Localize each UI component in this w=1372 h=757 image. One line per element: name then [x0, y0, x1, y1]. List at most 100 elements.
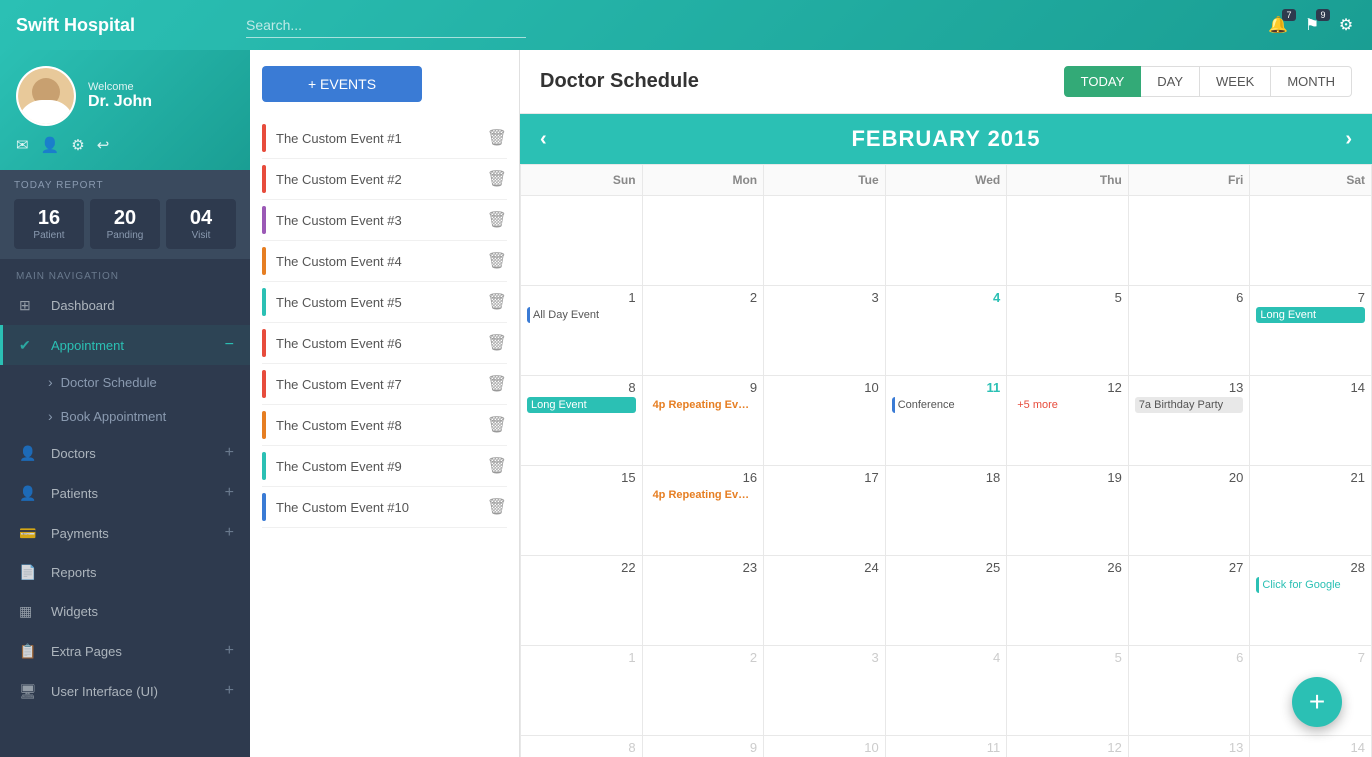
patients-expand-icon[interactable]: + [225, 484, 234, 502]
calendar-day[interactable]: 11Conference [885, 376, 1007, 466]
event-delete-button[interactable]: 🗑 [487, 251, 507, 271]
search-input[interactable] [246, 13, 526, 38]
calendar-day[interactable]: 17 [764, 466, 886, 556]
calendar-day[interactable]: 27 [1128, 556, 1250, 646]
next-month-button[interactable]: › [1345, 128, 1352, 151]
sidebar-item-doctors[interactable]: 👤 Doctors + [0, 433, 250, 473]
calendar-day[interactable]: 6 [1128, 646, 1250, 736]
flag-button[interactable]: ⚑ 9 [1302, 15, 1322, 35]
calendar-event[interactable]: Click for Google [1256, 577, 1365, 593]
event-delete-button[interactable]: 🗑 [487, 210, 507, 230]
sidebar-item-payments[interactable]: 💳 Payments + [0, 513, 250, 553]
calendar-day[interactable]: 1 [521, 646, 643, 736]
calendar-day[interactable]: 8 [521, 736, 643, 757]
calendar-day[interactable] [642, 196, 764, 286]
calendar-day[interactable]: 1All Day Event [521, 286, 643, 376]
calendar-day[interactable]: 2 [642, 286, 764, 376]
event-delete-button[interactable]: 🗑 [487, 169, 507, 189]
calendar-event[interactable]: 7a Birthday Party [1135, 397, 1244, 413]
calendar-day[interactable]: 20 [1128, 466, 1250, 556]
sidebar-item-extra-pages[interactable]: 📋 Extra Pages + [0, 631, 250, 671]
calendar-day[interactable]: 5 [1007, 286, 1129, 376]
calendar-day[interactable]: 6 [1128, 286, 1250, 376]
calendar-day[interactable]: 94p Repeating Ev… [642, 376, 764, 466]
calendar-event[interactable]: All Day Event [527, 307, 636, 323]
calendar-day[interactable] [885, 196, 1007, 286]
calendar-day[interactable]: 8Long Event [521, 376, 643, 466]
sidebar-item-dashboard[interactable]: ⊞ Dashboard [0, 286, 250, 325]
calendar-day[interactable]: 4 [885, 286, 1007, 376]
sidebar-item-book-appointment[interactable]: Book Appointment [0, 399, 250, 433]
calendar-day[interactable]: 3 [764, 286, 886, 376]
settings-icon[interactable]: ⚙ [71, 136, 84, 154]
calendar-day[interactable]: 25 [885, 556, 1007, 646]
user-icon[interactable]: 👤 [41, 136, 60, 154]
message-icon[interactable]: ✉ [16, 136, 29, 154]
calendar-day[interactable]: 7Long Event [1250, 286, 1372, 376]
logout-icon[interactable]: ↩ [97, 136, 110, 154]
sidebar-item-doctor-schedule[interactable]: Doctor Schedule [0, 365, 250, 399]
calendar-event[interactable]: +5 more [1013, 397, 1122, 413]
event-delete-button[interactable]: 🗑 [487, 415, 507, 435]
calendar-day[interactable]: 11 [885, 736, 1007, 757]
prev-month-button[interactable]: ‹ [540, 128, 547, 151]
calendar-day[interactable]: 28Click for Google [1250, 556, 1372, 646]
appointment-collapse-icon[interactable]: − [225, 336, 234, 354]
view-today-button[interactable]: TODAY [1064, 66, 1142, 97]
gear-icon[interactable]: ⚙ [1336, 15, 1356, 35]
calendar-day[interactable]: 26 [1007, 556, 1129, 646]
calendar-day[interactable] [1250, 196, 1372, 286]
calendar-day[interactable]: 2 [642, 646, 764, 736]
calendar-day[interactable]: 137a Birthday Party [1128, 376, 1250, 466]
sidebar-item-reports[interactable]: 📄 Reports [0, 553, 250, 592]
calendar-event[interactable]: Long Event [527, 397, 636, 413]
event-delete-button[interactable]: 🗑 [487, 374, 507, 394]
calendar-day[interactable]: 14 [1250, 376, 1372, 466]
calendar-day[interactable] [764, 196, 886, 286]
view-week-button[interactable]: WEEK [1200, 66, 1271, 97]
calendar-event[interactable]: Conference [892, 397, 1001, 413]
fab-button[interactable]: + [1292, 677, 1342, 727]
calendar-day[interactable]: 10 [764, 736, 886, 757]
payments-expand-icon[interactable]: + [225, 524, 234, 542]
calendar-day[interactable]: 22 [521, 556, 643, 646]
add-events-button[interactable]: + EVENTS [262, 66, 422, 102]
calendar-day[interactable] [521, 196, 643, 286]
event-delete-button[interactable]: 🗑 [487, 497, 507, 517]
calendar-day[interactable]: 9 [642, 736, 764, 757]
calendar-event[interactable]: Long Event [1256, 307, 1365, 323]
ui-expand-icon[interactable]: + [225, 682, 234, 700]
calendar-day[interactable]: 12+5 more [1007, 376, 1129, 466]
calendar-day[interactable]: 23 [642, 556, 764, 646]
calendar-day[interactable]: 12 [1007, 736, 1129, 757]
event-delete-button[interactable]: 🗑 [487, 456, 507, 476]
bell-button[interactable]: 🔔 7 [1268, 15, 1288, 35]
calendar-day[interactable]: 5 [1007, 646, 1129, 736]
extra-pages-expand-icon[interactable]: + [225, 642, 234, 660]
calendar-day[interactable]: 3 [764, 646, 886, 736]
sidebar-item-patients[interactable]: 👤 Patients + [0, 473, 250, 513]
event-delete-button[interactable]: 🗑 [487, 333, 507, 353]
event-delete-button[interactable]: 🗑 [487, 292, 507, 312]
calendar-event[interactable]: 4p Repeating Ev… [649, 397, 758, 413]
calendar-day[interactable]: 13 [1128, 736, 1250, 757]
calendar-day[interactable]: 15 [521, 466, 643, 556]
calendar-day[interactable]: 24 [764, 556, 886, 646]
doctors-expand-icon[interactable]: + [225, 444, 234, 462]
calendar-day[interactable]: 21 [1250, 466, 1372, 556]
sidebar-item-appointment[interactable]: ✔ Appointment − [0, 325, 250, 365]
calendar-event[interactable]: 4p Repeating Ev… [649, 487, 758, 503]
calendar-day[interactable]: 18 [885, 466, 1007, 556]
view-day-button[interactable]: DAY [1141, 66, 1200, 97]
calendar-day[interactable]: 4 [885, 646, 1007, 736]
event-delete-button[interactable]: 🗑 [487, 128, 507, 148]
calendar-day[interactable]: 14 [1250, 736, 1372, 757]
view-month-button[interactable]: MONTH [1271, 66, 1352, 97]
calendar-day[interactable]: 10 [764, 376, 886, 466]
calendar-day[interactable] [1007, 196, 1129, 286]
calendar-day[interactable]: 19 [1007, 466, 1129, 556]
sidebar-item-ui[interactable]: 🖥 User Interface (UI) + [0, 671, 250, 711]
calendar-day[interactable]: 164p Repeating Ev… [642, 466, 764, 556]
sidebar-item-widgets[interactable]: ▦ Widgets [0, 592, 250, 631]
calendar-day[interactable] [1128, 196, 1250, 286]
